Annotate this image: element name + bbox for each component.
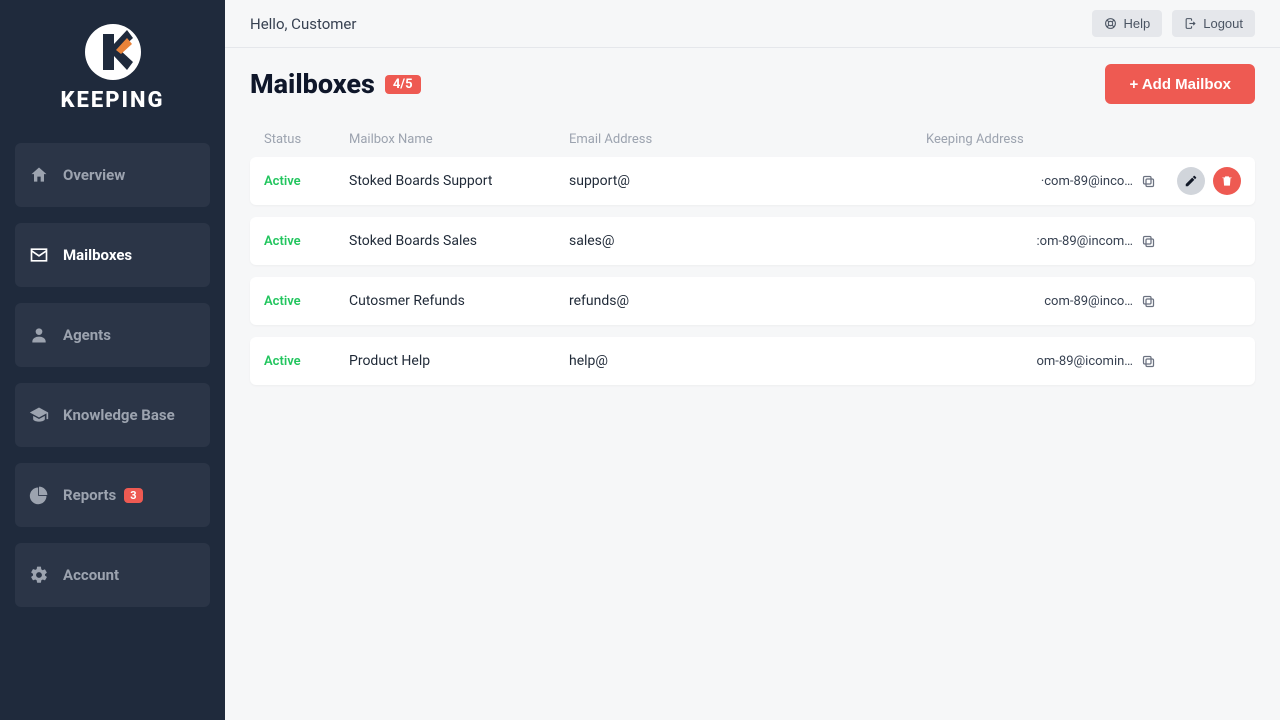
- trash-icon: [1220, 174, 1234, 188]
- col-email: Email Address: [569, 132, 926, 147]
- mailbox-name: Product Help: [349, 353, 569, 369]
- keeping-address: :om-89@incom…: [1037, 234, 1134, 249]
- sidebar-item-agents[interactable]: Agents: [15, 303, 210, 367]
- mailbox-name: Cutosmer Refunds: [349, 293, 569, 309]
- table-row[interactable]: Active Product Help help@ om-89@icomin…: [250, 337, 1255, 385]
- copy-icon[interactable]: [1141, 174, 1156, 189]
- row-actions: [1156, 167, 1241, 195]
- keeping-address-cell: ·com-89@inco…: [926, 174, 1156, 189]
- mailbox-name: Stoked Boards Sales: [349, 233, 569, 249]
- reports-badge: 3: [124, 488, 142, 503]
- sidebar-item-mailboxes[interactable]: Mailboxes: [15, 223, 210, 287]
- topbar: Hello, Customer Help Logout: [225, 0, 1280, 48]
- col-keeping: Keeping Address: [926, 132, 1156, 147]
- sidebar-item-overview[interactable]: Overview: [15, 143, 210, 207]
- gear-icon: [29, 565, 49, 585]
- edit-button[interactable]: [1177, 167, 1205, 195]
- mailbox-email: help@: [569, 353, 926, 369]
- keeping-address: ·com-89@inco…: [1041, 174, 1133, 189]
- pencil-icon: [1184, 174, 1198, 188]
- user-icon: [29, 325, 49, 345]
- col-status: Status: [264, 132, 349, 147]
- sidebar-item-label: Overview: [63, 166, 125, 184]
- copy-icon[interactable]: [1141, 234, 1156, 249]
- page-title: Mailboxes: [250, 68, 375, 100]
- sidebar-item-label: Account: [63, 566, 119, 584]
- sidebar: KEEPING Overview Mailboxes Agents: [0, 0, 225, 720]
- copy-icon[interactable]: [1141, 354, 1156, 369]
- help-icon: [1104, 17, 1117, 30]
- logout-button[interactable]: Logout: [1172, 10, 1255, 37]
- status-badge: Active: [264, 354, 349, 369]
- sidebar-item-label: Reports: [63, 486, 116, 504]
- help-button-label: Help: [1123, 16, 1150, 31]
- help-button[interactable]: Help: [1092, 10, 1162, 37]
- status-badge: Active: [264, 174, 349, 189]
- pie-chart-icon: [29, 485, 49, 505]
- logout-icon: [1184, 17, 1197, 30]
- status-badge: Active: [264, 234, 349, 249]
- sidebar-item-label: Knowledge Base: [63, 406, 175, 424]
- mailbox-name: Stoked Boards Support: [349, 173, 569, 189]
- sidebar-item-account[interactable]: Account: [15, 543, 210, 607]
- keeping-address-cell: com-89@inco…: [926, 294, 1156, 309]
- keeping-address: com-89@inco…: [1044, 294, 1133, 309]
- graduation-cap-icon: [29, 405, 49, 425]
- main: Hello, Customer Help Logout Mailboxes 4/…: [225, 0, 1280, 720]
- mail-icon: [29, 245, 49, 265]
- sidebar-item-label: Agents: [63, 326, 111, 344]
- status-badge: Active: [264, 294, 349, 309]
- mailboxes-table: Status Mailbox Name Email Address Keepin…: [250, 122, 1255, 385]
- keeping-address-cell: om-89@icomin…: [926, 354, 1156, 369]
- table-row[interactable]: Active Cutosmer Refunds refunds@ com-89@…: [250, 277, 1255, 325]
- copy-icon[interactable]: [1141, 294, 1156, 309]
- content: Mailboxes 4/5 + Add Mailbox Status Mailb…: [225, 48, 1280, 720]
- table-row[interactable]: Active Stoked Boards Support support@ ·c…: [250, 157, 1255, 205]
- topbar-actions: Help Logout: [1092, 10, 1255, 37]
- logo-mark-icon: [83, 22, 143, 82]
- keeping-address: om-89@icomin…: [1036, 354, 1133, 369]
- sidebar-item-label: Mailboxes: [63, 246, 132, 264]
- mailbox-email: refunds@: [569, 293, 926, 309]
- greeting: Hello, Customer: [250, 15, 356, 33]
- keeping-address-cell: :om-89@incom…: [926, 234, 1156, 249]
- mailbox-email: support@: [569, 173, 926, 189]
- logout-button-label: Logout: [1203, 16, 1243, 31]
- sidebar-nav: Overview Mailboxes Agents Knowledge Base: [0, 143, 225, 607]
- add-mailbox-button[interactable]: + Add Mailbox: [1105, 64, 1255, 104]
- table-row[interactable]: Active Stoked Boards Sales sales@ :om-89…: [250, 217, 1255, 265]
- home-icon: [29, 165, 49, 185]
- page-header: Mailboxes 4/5 + Add Mailbox: [250, 64, 1255, 104]
- mailbox-email: sales@: [569, 233, 926, 249]
- logo-text: KEEPING: [61, 88, 165, 113]
- delete-button[interactable]: [1213, 167, 1241, 195]
- col-name: Mailbox Name: [349, 132, 569, 147]
- logo: KEEPING: [0, 0, 225, 143]
- table-header: Status Mailbox Name Email Address Keepin…: [250, 122, 1255, 157]
- sidebar-item-reports[interactable]: Reports 3: [15, 463, 210, 527]
- sidebar-item-knowledge-base[interactable]: Knowledge Base: [15, 383, 210, 447]
- mailbox-count-badge: 4/5: [385, 75, 421, 94]
